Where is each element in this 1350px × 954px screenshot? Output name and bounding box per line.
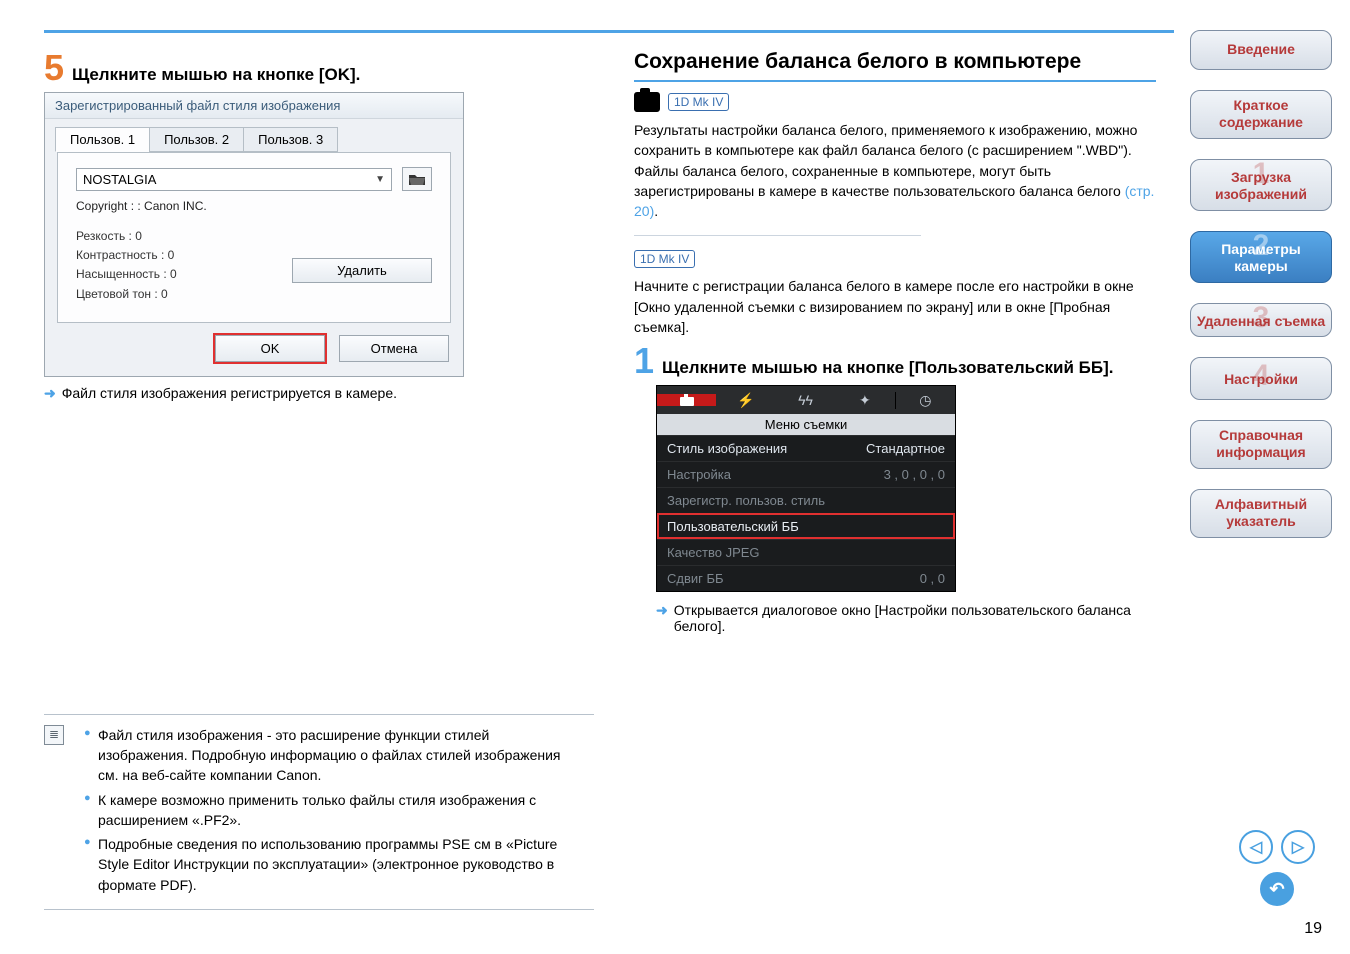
nav-toc[interactable]: Краткое содержание bbox=[1190, 90, 1332, 139]
tab-user-3[interactable]: Пользов. 3 bbox=[243, 127, 338, 152]
nav-reference[interactable]: Справочная информация bbox=[1190, 420, 1332, 469]
page-nav-icons: ◁ ▷ ↶ bbox=[1232, 830, 1322, 906]
intro-paragraph: Результаты настройки баланса белого, при… bbox=[634, 120, 1156, 221]
camera-tab-tools[interactable]: ϟϟ bbox=[776, 392, 835, 408]
nav-settings[interactable]: 4 Настройки bbox=[1190, 357, 1332, 400]
dialog-title: Зарегистрированный файл стиля изображени… bbox=[45, 93, 463, 119]
info-box: ≣ Файл стиля изображения - это расширени… bbox=[44, 714, 594, 910]
thin-rule bbox=[634, 235, 921, 236]
nav-remote[interactable]: 3 Удаленная съемка bbox=[1190, 303, 1332, 338]
open-file-button[interactable] bbox=[402, 167, 432, 191]
note-2: К камере возможно применить только файлы… bbox=[84, 790, 582, 831]
step-1-title: Щелкните мышью на кнопке [Пользовательск… bbox=[662, 358, 1113, 378]
model-badge: 1D Mk IV bbox=[668, 93, 729, 111]
prep-paragraph: Начните с регистрации баланса белого в к… bbox=[634, 276, 1156, 337]
copyright-text: Copyright : : Canon INC. bbox=[76, 199, 432, 213]
dialog-tabs: Пользов. 1 Пользов. 2 Пользов. 3 bbox=[45, 119, 463, 152]
menu-row-jpeg[interactable]: Качество JPEG bbox=[657, 539, 955, 565]
chevron-down-icon: ▼ bbox=[375, 174, 385, 185]
camera-tab-star[interactable]: ✦ bbox=[835, 392, 894, 409]
camera-menu-header: Меню съемки bbox=[657, 414, 955, 435]
note-1: Файл стиля изображения - это расширение … bbox=[84, 725, 582, 786]
nav-download[interactable]: 1 Загрузка изображений bbox=[1190, 159, 1332, 211]
step5-result: Файл стиля изображения регистрируется в … bbox=[62, 385, 397, 401]
picture-style-dialog: Зарегистрированный файл стиля изображени… bbox=[44, 92, 464, 377]
tab-user-1[interactable]: Пользов. 1 bbox=[55, 127, 150, 152]
menu-row-adjust[interactable]: Настройка3 , 0 , 0 , 0 bbox=[657, 461, 955, 487]
return-button[interactable]: ↶ bbox=[1260, 872, 1294, 906]
side-nav: Введение Краткое содержание 1 Загрузка и… bbox=[1190, 30, 1332, 538]
camera-tab-flash[interactable]: ⚡ bbox=[716, 392, 775, 409]
heading-rule bbox=[634, 80, 1156, 82]
camera-tab-timer[interactable]: ◷ bbox=[895, 392, 955, 409]
param-sharpness: Резкость : 0 bbox=[76, 227, 432, 246]
cancel-button[interactable]: Отмена bbox=[339, 335, 449, 362]
tab-user-2[interactable]: Пользов. 2 bbox=[149, 127, 244, 152]
camera-icon bbox=[634, 92, 660, 112]
nav-intro[interactable]: Введение bbox=[1190, 30, 1332, 70]
step1-result: Открывается диалоговое окно [Настройки п… bbox=[674, 602, 1156, 634]
top-rule bbox=[44, 30, 1174, 33]
menu-row-wb-shift[interactable]: Сдвиг ББ0 , 0 bbox=[657, 565, 955, 591]
delete-button[interactable]: Удалить bbox=[292, 258, 432, 283]
menu-row-style[interactable]: Стиль изображенияСтандартное bbox=[657, 435, 955, 461]
ok-button[interactable]: OK bbox=[215, 335, 325, 362]
model-badge-2: 1D Mk IV bbox=[634, 250, 695, 268]
menu-row-register-style[interactable]: Зарегистр. пользов. стиль bbox=[657, 487, 955, 513]
menu-row-custom-wb[interactable]: Пользовательский ББ bbox=[657, 513, 955, 539]
step-5-number: 5 bbox=[44, 50, 64, 86]
nav-camera-params[interactable]: 2 Параметры камеры bbox=[1190, 231, 1332, 283]
step-5-title: Щелкните мышью на кнопке [OK]. bbox=[72, 65, 360, 85]
step-1-number: 1 bbox=[634, 343, 654, 379]
note-3: Подробные сведения по использованию прог… bbox=[84, 834, 582, 895]
section-heading: Сохранение баланса белого в компьютере bbox=[634, 50, 1156, 74]
nav-index[interactable]: Алфавитный указатель bbox=[1190, 489, 1332, 538]
next-page-button[interactable]: ▷ bbox=[1281, 830, 1315, 864]
camera-tab-shoot[interactable] bbox=[657, 394, 716, 406]
note-icon: ≣ bbox=[44, 725, 64, 745]
camera-menu: ⚡ ϟϟ ✦ ◷ Меню съемки Стиль изображенияСт… bbox=[656, 385, 956, 592]
arrow-icon: ➜ bbox=[44, 385, 56, 402]
prev-page-button[interactable]: ◁ bbox=[1239, 830, 1273, 864]
style-combo-value: NOSTALGIA bbox=[83, 172, 156, 187]
page-number: 19 bbox=[1304, 920, 1322, 938]
arrow-icon: ➜ bbox=[656, 602, 668, 619]
param-tone: Цветовой тон : 0 bbox=[76, 285, 432, 304]
style-combo[interactable]: NOSTALGIA ▼ bbox=[76, 168, 392, 191]
